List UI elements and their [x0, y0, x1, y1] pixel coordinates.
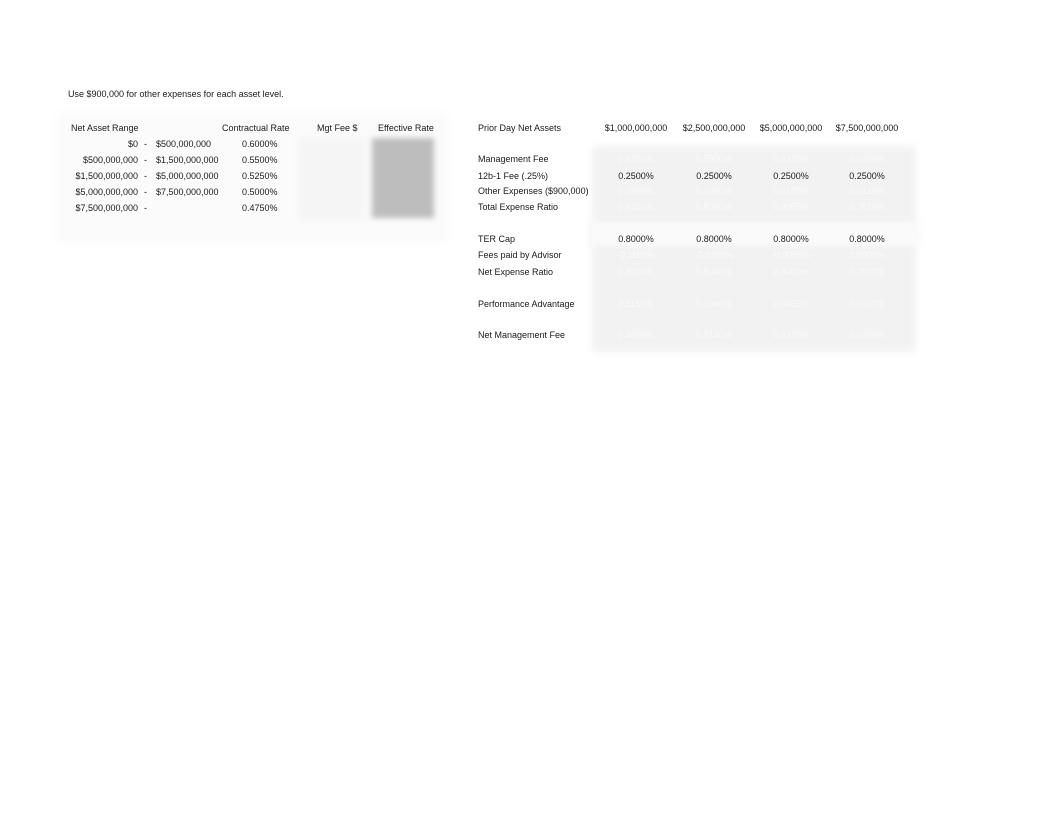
analysis-value-cell: 0.0000% — [849, 250, 885, 260]
header-net-asset-range: Net Asset Range — [71, 123, 139, 133]
analysis-value-cell: 0.0055% — [773, 299, 809, 309]
range-dash: - — [144, 139, 147, 149]
analysis-row-label: Performance Advantage — [478, 299, 575, 309]
range-dash: - — [144, 171, 147, 181]
analysis-value-cell: 0.5140% — [696, 330, 732, 340]
analysis-row-label: Fees paid by Advisor — [478, 250, 562, 260]
range-dash: - — [144, 203, 147, 213]
analysis-value-cell: 0.7870% — [849, 267, 885, 277]
analysis-row-label: 12b-1 Fee (.25%) — [478, 171, 549, 181]
analysis-value-cell: 0.5320% — [773, 330, 809, 340]
header-mgt-fee: Mgt Fee $ — [317, 123, 358, 133]
header-contractual-rate: Contractual Rate — [222, 123, 290, 133]
fee-schedule-row: $0 - $500,000,000 0.6000% — [0, 138, 300, 150]
contractual-rate: 0.5500% — [242, 155, 278, 165]
analysis-value-cell: 0.0900% — [618, 186, 654, 196]
analysis-row-label: TER Cap — [478, 234, 516, 244]
fee-schedule-row: $7,500,000,000 - 0.4750% — [0, 202, 300, 214]
analysis-row-label: Net Management Fee — [478, 330, 566, 340]
analysis-value-cell: 0.8055% — [773, 202, 809, 212]
analysis-value-cell: 0.1150% — [618, 299, 654, 309]
contractual-rate: 0.4750% — [242, 203, 278, 213]
prior-day-net-assets-label: Prior Day Net Assets — [478, 123, 562, 133]
fee-schedule-row: $500,000,000 - $1,500,000,000 0.5500% — [0, 154, 300, 166]
range-from: $5,000,000,000 — [75, 187, 138, 197]
fee-schedule-row: $5,000,000,000 - $7,500,000,000 0.5000% — [0, 186, 300, 198]
analysis-value-cell: 0.8000% — [618, 234, 654, 244]
range-dash: - — [144, 187, 147, 197]
analysis-value-cell: 0.8000% — [696, 267, 732, 277]
analysis-value-cell: 0.7870% — [849, 202, 885, 212]
instruction-note: Use $900,000 for other expenses for each… — [68, 89, 284, 99]
analysis-value-cell: 0.0120% — [849, 186, 885, 196]
analysis-value-cell: 0.0360% — [696, 299, 732, 309]
asset-level-header: $2,500,000,000 — [682, 123, 746, 133]
asset-level-header: $5,000,000,000 — [759, 123, 823, 133]
range-dash: - — [144, 155, 147, 165]
analysis-value-cell: 0.5250% — [849, 330, 885, 340]
mgt-fee-column-blurred — [298, 138, 364, 220]
analysis-value-cell: 0.8000% — [696, 234, 732, 244]
analysis-value-cell: 0.0000% — [849, 299, 885, 309]
contractual-rate: 0.5000% — [242, 187, 278, 197]
analysis-value-cell: 0.5375% — [773, 154, 809, 164]
analysis-value-cell: 0.5750% — [618, 154, 654, 164]
range-from: $7,500,000,000 — [75, 203, 138, 213]
analysis-value-cell: 0.9150% — [618, 202, 654, 212]
range-from: $1,500,000,000 — [75, 171, 138, 181]
analysis-value-cell: 0.2500% — [849, 171, 885, 181]
effective-rate-column-blurred — [372, 138, 434, 218]
asset-level-header: $7,500,000,000 — [835, 123, 899, 133]
fee-schedule-row: $1,500,000,000 - $5,000,000,000 0.5250% — [0, 170, 300, 182]
range-to: $500,000,000 — [156, 139, 212, 149]
range-to: $1,500,000,000 — [156, 155, 219, 165]
analysis-value-cell: -0.0360% — [694, 250, 734, 260]
analysis-value-cell: 0.8000% — [773, 267, 809, 277]
range-to: $5,000,000,000 — [156, 171, 219, 181]
asset-level-header: $1,000,000,000 — [604, 123, 668, 133]
analysis-value-cell: 0.0360% — [696, 186, 732, 196]
analysis-value-cell: 0.4600% — [618, 330, 654, 340]
analysis-row-label: Total Expense Ratio — [478, 202, 559, 212]
analysis-value-cell: 0.5250% — [849, 154, 885, 164]
analysis-value-cell: 0.0180% — [773, 186, 809, 196]
header-effective-rate: Effective Rate — [378, 123, 434, 133]
analysis-value-cell: 0.8360% — [696, 202, 732, 212]
contractual-rate: 0.6000% — [242, 139, 278, 149]
range-from: $500,000,000 — [82, 155, 138, 165]
analysis-value-cell: 0.5500% — [696, 154, 732, 164]
analysis-value-cell: 0.8000% — [618, 267, 654, 277]
range-to: $7,500,000,000 — [156, 187, 219, 197]
analysis-row-label: Other Expenses ($900,000) — [478, 186, 589, 196]
analysis-row-label: Management Fee — [478, 154, 549, 164]
analysis-row-label: Net Expense Ratio — [478, 267, 554, 277]
analysis-value-cell: 0.8000% — [773, 234, 809, 244]
analysis-value-cell: 0.2500% — [696, 171, 732, 181]
analysis-value-cell: 0.2500% — [618, 171, 654, 181]
analysis-value-cell: 0.2500% — [773, 171, 809, 181]
analysis-value-cell: -0.0055% — [771, 250, 811, 260]
range-from: $0 — [127, 139, 138, 149]
contractual-rate: 0.5250% — [242, 171, 278, 181]
analysis-value-cell: -0.1150% — [617, 250, 655, 260]
analysis-value-cell: 0.8000% — [849, 234, 885, 244]
